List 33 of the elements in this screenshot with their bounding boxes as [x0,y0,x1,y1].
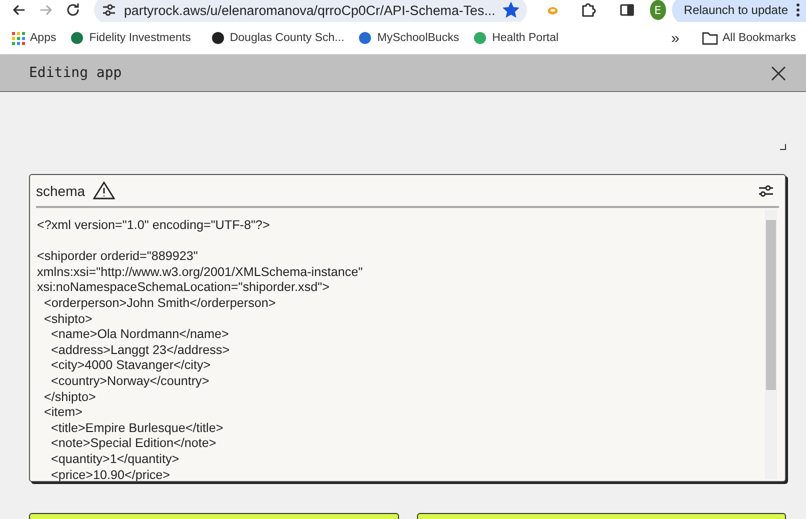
dialog-title: Editing app [29,65,122,81]
schema-text-field[interactable]: <?xml version="1.0" encoding="UTF-8"?> <shiporder orderid="889923" xmlns:xsi="http://www.w3.org/2001/XMLSchema-instance" xsi:noNamespaceSchemaLocation="shiporder.xsd"> <orderperson>John Smith</orderperson> <shipto> <name>Ola Nordmann</name> <address>Langgt 23</address> <city>4000 Stavanger</city> <country>Norway</country> </shipto> <item> <title>Empire Burlesque</title> <note>Special Edition</note> <quantity>1</quantity> <price>10.90</price> [36,208,765,481]
more-icon [796,3,800,17]
apps-grid-icon [12,32,25,44]
back-arrow-icon [10,2,27,18]
star-icon[interactable] [503,2,520,18]
bookmark-link[interactable]: Health Portal [471,29,561,47]
all-bookmarks-button[interactable]: All Bookmarks [700,30,798,46]
bookmark-favicon-icon [210,31,225,45]
action-button-edge[interactable] [29,513,398,519]
scrollbar[interactable] [765,210,777,479]
reload-icon [65,2,82,18]
address-bar[interactable]: partyrock.aws/u/elenaromanova/qrroCp0Cr/API-Schema-Tes... [94,0,528,24]
widget-title: schema [36,182,86,198]
bookmarks-overflow-button[interactable]: » [669,28,682,48]
action-button-edge[interactable] [416,513,786,519]
bookmark-favicon-icon [473,31,488,45]
site-settings-icon[interactable] [102,4,116,16]
folder-icon [702,32,718,44]
forward-arrow-icon [38,2,54,18]
url-text: partyrock.aws/u/elenaromanova/qrroCp0Cr/API-Schema-Tes... [124,2,496,18]
bookmark-link[interactable]: Fidelity Investments [68,29,193,47]
puzzle-piece-icon [580,2,596,18]
bookmark-link[interactable]: Apps [10,30,58,46]
side-panel-icon [618,2,635,18]
resize-handle[interactable] [780,144,786,150]
settings-sliders-icon[interactable] [758,184,773,196]
profile-avatar[interactable]: E [650,0,666,20]
bookmark-link[interactable]: Douglas County Sch... [208,29,346,47]
bookmark-favicon-icon [358,31,372,45]
close-icon[interactable] [771,66,786,80]
bookmark-favicon-icon [70,31,84,45]
bookmark-link[interactable]: MySchoolBucks [356,29,462,47]
